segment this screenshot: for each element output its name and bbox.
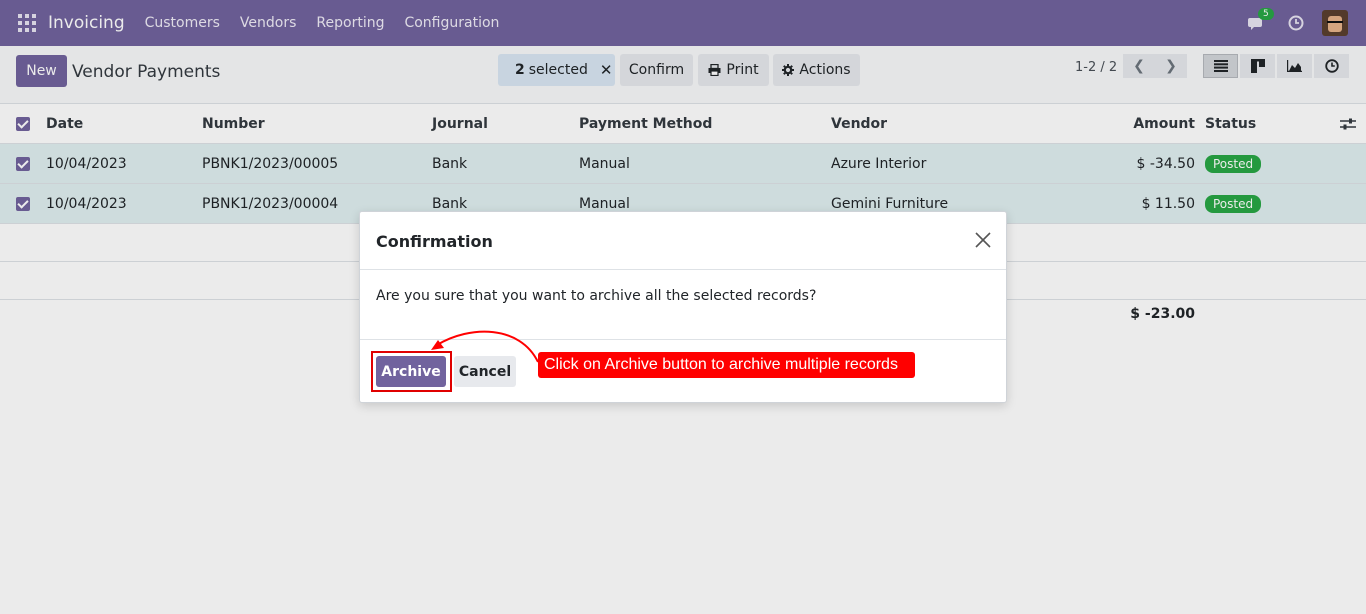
dialog-title: Confirmation [376,232,493,251]
archive-highlight-box [371,351,452,392]
dialog-message: Are you sure that you want to archive al… [376,288,817,304]
cancel-button[interactable]: Cancel [454,356,516,387]
dialog-divider [360,269,1006,270]
dialog-divider [360,339,1006,340]
annotation-callout: Click on Archive button to archive multi… [538,352,915,378]
close-icon[interactable] [974,231,992,249]
